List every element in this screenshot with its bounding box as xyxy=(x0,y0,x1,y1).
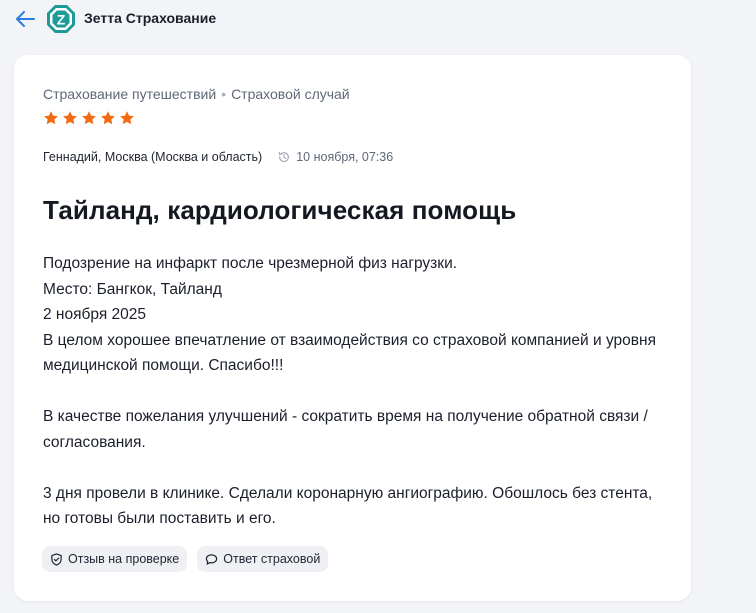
breadcrumb-subcategory[interactable]: Страховой случай xyxy=(231,86,350,102)
review-meta: Геннадий, Москва (Москва и область) 10 н… xyxy=(43,150,393,164)
review-date: 10 ноября, 07:36 xyxy=(277,150,393,164)
review-paragraph: В качестве пожелания улучшений - сократи… xyxy=(43,408,648,451)
rating-stars xyxy=(43,110,135,126)
status-badge-label: Отзыв на проверке xyxy=(68,552,180,566)
review-tags: Отзыв на проверке Ответ страховой xyxy=(42,546,329,572)
back-button[interactable] xyxy=(14,9,36,29)
star-icon xyxy=(82,111,96,125)
review-line: 2 ноября 2025 xyxy=(43,306,147,323)
company-name[interactable]: Зетта Страхование xyxy=(84,10,216,26)
zetta-logo-icon: Z xyxy=(47,5,75,33)
review-body: Подозрение на инфаркт после чрезмерной ф… xyxy=(43,251,663,532)
review-title: Тайланд, кардиологическая помощь xyxy=(43,195,517,225)
review-paragraph: 3 дня провели в клинике. Сделали коронар… xyxy=(43,484,653,528)
shield-check-icon xyxy=(51,552,62,566)
review-line: Место: Бангкок, Тайланд xyxy=(43,280,222,298)
history-clock-icon xyxy=(278,151,290,163)
arrow-left-icon xyxy=(16,11,35,27)
breadcrumb-separator: • xyxy=(221,86,227,102)
review-author: Геннадий, Москва (Москва и область) xyxy=(43,150,263,164)
star-icon xyxy=(101,111,115,125)
review-line: В целом хорошее впечатление от взаимодей… xyxy=(43,331,656,375)
star-icon xyxy=(120,111,134,125)
insurer-reply-label: Ответ страховой xyxy=(223,552,321,566)
review-card: Страхование путешествий • Страховой случай… xyxy=(14,55,691,601)
review-date-text: 10 ноября, 07:36 xyxy=(296,150,394,164)
breadcrumb-category[interactable]: Страхование путешествий xyxy=(43,86,216,102)
speech-bubble-icon xyxy=(206,553,218,565)
company-logo[interactable]: Z xyxy=(47,5,75,33)
logo-letter: Z xyxy=(57,12,66,28)
star-icon xyxy=(44,111,58,125)
status-badge[interactable]: Отзыв на проверке xyxy=(42,546,188,572)
app-header: Z Зетта Страхование xyxy=(0,0,756,40)
insurer-reply-button[interactable]: Ответ страховой xyxy=(197,546,329,572)
breadcrumb: Страхование путешествий • Страховой случай xyxy=(43,86,350,102)
star-icon xyxy=(63,111,77,125)
review-line: Подозрение на инфаркт после чрезмерной ф… xyxy=(43,255,458,272)
